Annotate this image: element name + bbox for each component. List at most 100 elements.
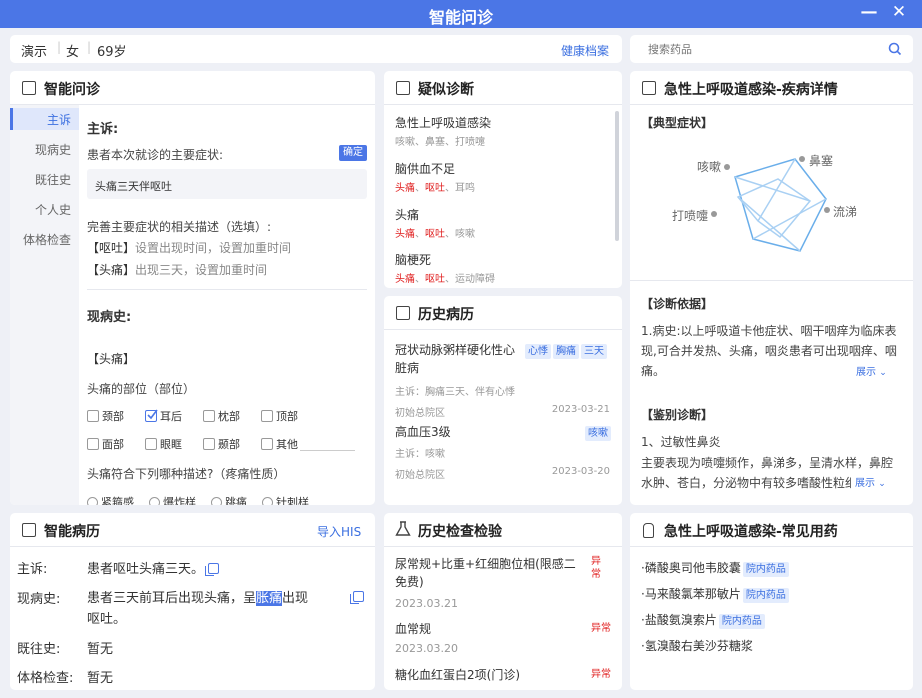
diagnosis-item[interactable]: 急性上呼吸道感染 咳嗽、鼻塞、打喷嚏 [395,114,491,148]
location-option[interactable]: 面部 [87,436,124,452]
location-option[interactable]: 枕部 [203,408,240,424]
diagnosis-panel: 疑似诊断 急性上呼吸道感染 咳嗽、鼻塞、打喷嚏 脑供血不足 头痛、呕吐、耳鸣 头… [384,71,622,288]
location-option[interactable]: 颞部 [203,436,240,452]
expand-basis-button[interactable]: 展示 ⌄ [856,363,912,378]
inquiry-title: 智能问诊 [44,82,100,98]
highlighted-term[interactable]: 胀痛 [256,591,283,606]
patient-age: 69岁 [97,45,127,60]
history-panel: 历史病历 冠状动脉粥样硬化性心脏病 心悸 胸痛 三天 主诉：胸痛三天、伴有心悸 初始… [384,296,622,505]
radar-label-nasal-congestion: 鼻塞 [809,154,834,168]
smart-record-panel: 智能病历 导入HIS 主诉: 患者呕吐头痛三天。 现病史: 患者三天前耳后出现头… [10,513,375,690]
copy-icon[interactable] [205,563,220,576]
title-bar: 智能问诊 — ✕ [0,0,922,28]
history-record[interactable]: 冠状动脉粥样硬化性心脏病 心悸 胸痛 三天 主诉：胸痛三天、伴有心悸 初始总院区 20… [395,341,615,419]
drug-search-input[interactable] [648,39,878,59]
close-button[interactable]: ✕ [888,2,910,22]
tab-present-illness[interactable]: 现病史 [35,141,71,158]
chief-heading: 主诉: [87,122,119,137]
diagnosis-item[interactable]: 脑梗死 头痛、呕吐、运动障碍 [395,251,495,285]
radar-point [711,211,717,217]
diagnosis-title: 疑似诊断 [418,82,474,98]
symptom-tag: 心悸 [525,344,551,359]
symptom-tag: 三天 [581,344,607,359]
physical-exam-value: 暂无 [87,671,114,686]
radar-label-cough: 咳嗽 [697,160,722,174]
drug-item[interactable]: ·磷酸奥司他韦胶囊 院内药品 [641,559,789,577]
chief-complaint-input[interactable]: 头痛三天伴呕吐 [87,169,367,199]
symptom-tag: 咳嗽 [585,426,611,441]
other-location-input[interactable] [300,450,355,451]
patient-gender: 女 [66,45,80,60]
flask-icon [395,521,411,536]
improve-item[interactable]: 【呕吐】设置出现时间，设置加重时间 [87,239,291,256]
history-record[interactable]: 高血压3级 咳嗽 主诉：咳嗽 初始总院区 2023-03-20 [395,423,615,481]
exam-name[interactable]: 尿常规+比重+红细胞位相(限感二免费) [395,555,585,591]
tab-personal-history[interactable]: 个人史 [35,201,71,218]
exam-name[interactable]: 血常规 [395,620,431,637]
patient-name: 演示 [21,45,48,60]
confirm-button[interactable]: 确定 [339,145,367,161]
location-option[interactable]: 顶部 [261,408,298,424]
diagnosis-item[interactable]: 脑供血不足 头痛、呕吐、耳鸣 [395,160,475,194]
expand-differential-button[interactable]: 展示 ⌄ [851,474,907,489]
description-option[interactable]: 紧箍感 [87,494,134,505]
record-label: 既往史: [17,642,61,657]
scrollbar[interactable] [615,111,619,241]
radar-point [724,164,730,170]
differential-heading: 【鉴别诊断】 [641,408,714,422]
exam-date: 2023.03.21 [395,597,458,610]
tab-physical-exam[interactable]: 体格检查 [23,231,71,248]
radar-point [824,207,830,213]
drug-item[interactable]: ·氢溴酸右美沙芬糖浆 [641,637,753,654]
smart-record-header: 智能病历 导入HIS [10,513,375,547]
clipboard-plus-icon [22,523,36,537]
location-option[interactable]: 眼眶 [145,436,182,452]
basis-heading: 【诊断依据】 [641,297,714,311]
record-label: 现病史: [17,592,61,607]
in-hospital-tag: 院内药品 [742,588,789,603]
diagnosis-item[interactable]: 头痛 头痛、呕吐、咳嗽 [395,206,475,240]
window-title: 智能问诊 [428,8,493,27]
description-option[interactable]: 爆炸样 [149,494,196,505]
present-heading: 现病史: [87,310,132,325]
drug-search-box[interactable] [630,35,913,63]
description-option[interactable]: 针刺样 [262,494,309,505]
improve-prompt: 完善主要症状的相关描述（选填）: [87,220,272,234]
tab-past-history[interactable]: 既往史 [35,171,71,188]
exams-title: 历史检查检验 [418,524,502,540]
diagnosis-header: 疑似诊断 [384,71,622,105]
symptom-tag: 胸痛 [553,344,579,359]
abnormal-badge: 异常 [591,556,601,580]
disease-detail-title: 急性上呼吸道感染-疾病详情 [664,82,838,98]
history-header: 历史病历 [384,296,622,330]
exams-panel: 历史检查检验 尿常规+比重+红细胞位相(限感二免费) 异常 2023.03.21… [384,513,622,690]
chief-value: 头痛三天伴呕吐 [95,180,172,193]
history-record-icon [396,306,410,320]
radar-point [799,156,805,162]
patient-bar: 演示 | 女 | 69岁 健康档案 [10,35,622,63]
location-option[interactable]: 颈部 [87,408,124,424]
drug-item[interactable]: ·盐酸氨溴索片 院内药品 [641,611,765,629]
import-his-button[interactable]: 导入HIS [317,523,361,540]
drug-item[interactable]: ·马来酸氯苯那敏片 院内药品 [641,585,789,603]
tab-chief-complaint[interactable]: 主诉 [47,111,71,128]
location-option[interactable]: 其他 [261,436,298,452]
health-record-link[interactable]: 健康档案 [561,42,609,59]
minimize-button[interactable]: — [858,2,880,22]
exam-name[interactable]: 糖化血红蛋白2项(门诊) [395,666,520,683]
disease-detail-panel: 急性上呼吸道感染-疾病详情 【典型症状】 咳嗽 鼻塞 打喷嚏 流涕 【诊断依据】… [630,71,913,505]
copy-icon[interactable] [350,591,364,604]
in-hospital-tag: 院内药品 [718,614,765,629]
present-symptom-tag: 【头痛】 [87,352,136,366]
inquiry-tabs: 主诉 现病史 既往史 个人史 体格检查 [10,105,79,505]
chief-complaint-value: 患者呕吐头痛三天。 [87,558,220,577]
past-history-value: 暂无 [87,642,114,657]
abnormal-badge: 异常 [591,669,611,680]
drugs-header: 急性上呼吸道感染-常见用药 [630,513,913,547]
search-icon[interactable] [888,42,902,56]
description-option[interactable]: 跳痛 [211,494,247,505]
inquiry-panel: 智能问诊 主诉 现病史 既往史 个人史 体格检查 主诉: 患者本次就诊的主要症状… [10,71,375,505]
improve-item[interactable]: 【头痛】出现三天，设置加重时间 [87,261,267,278]
location-option-checked[interactable]: 耳后 [145,408,182,424]
smart-record-title: 智能病历 [44,524,100,540]
